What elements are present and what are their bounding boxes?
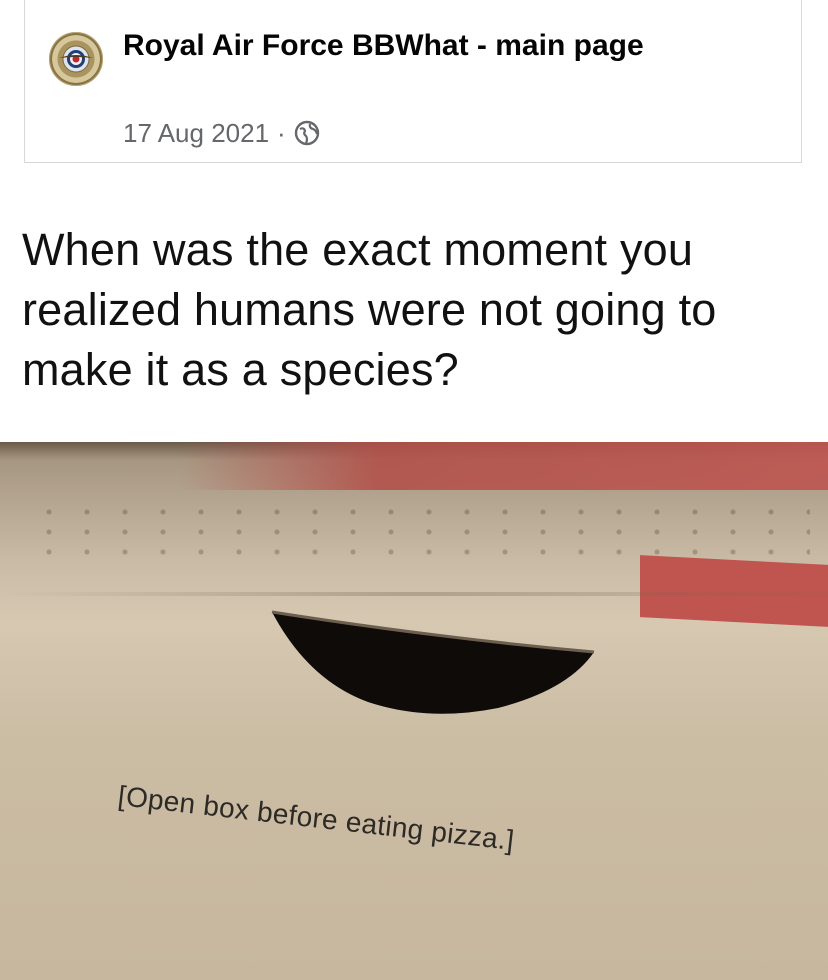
meme-image[interactable]: When was the exact moment you realized h… bbox=[0, 164, 828, 980]
post-header: Royal Air Force BBWhat - main page 17 Au… bbox=[24, 0, 802, 163]
post-date[interactable]: 17 Aug 2021 bbox=[123, 118, 269, 149]
box-print-pattern bbox=[30, 502, 810, 562]
meta-separator: · bbox=[277, 117, 286, 148]
page-avatar[interactable] bbox=[49, 32, 103, 86]
box-red-label bbox=[640, 555, 828, 627]
roundel-crest-icon bbox=[59, 45, 93, 73]
globe-icon[interactable] bbox=[294, 120, 320, 146]
box-red-print bbox=[180, 442, 828, 490]
page-name-link[interactable]: Royal Air Force BBWhat - main page bbox=[123, 26, 723, 66]
post-meta: 17 Aug 2021 · bbox=[123, 116, 320, 150]
pizza-box-photo: [Open box before eating pizza.] bbox=[0, 442, 828, 980]
meme-caption: When was the exact moment you realized h… bbox=[22, 224, 717, 395]
box-printed-text: [Open box before eating pizza.] bbox=[116, 780, 516, 856]
box-slot-hole bbox=[271, 610, 595, 714]
box-lid-edge bbox=[0, 592, 828, 596]
